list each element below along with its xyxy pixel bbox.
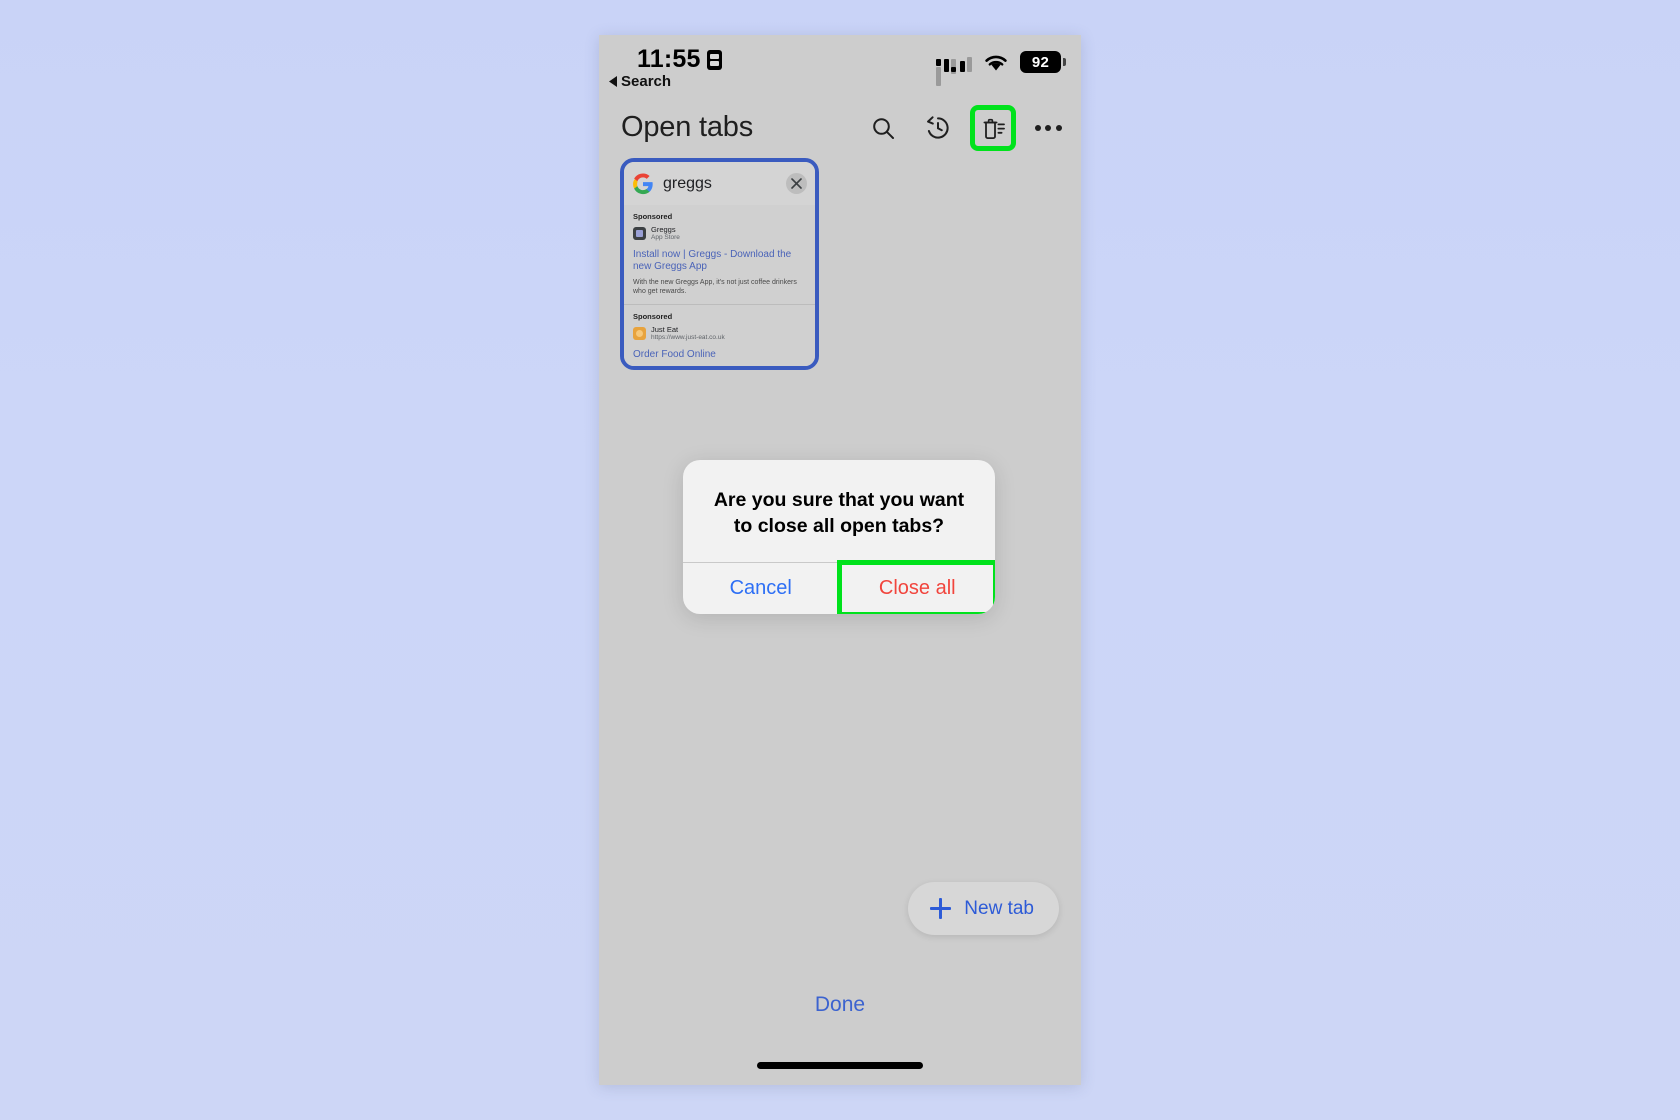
cancel-button[interactable]: Cancel xyxy=(683,563,839,614)
new-tab-button[interactable]: New tab xyxy=(908,882,1059,935)
plus-icon xyxy=(930,898,952,919)
new-tab-label: New tab xyxy=(964,897,1034,919)
close-all-button[interactable]: Close all xyxy=(836,559,995,614)
dialog-actions: Cancel Close all xyxy=(683,559,995,614)
done-button[interactable]: Done xyxy=(599,993,1081,1017)
home-indicator xyxy=(757,1062,923,1069)
close-all-tabs-dialog: Are you sure that you want to close all … xyxy=(683,460,995,614)
phone-screen: 11:55 Search 92 Open tabs greggs Sponsor… xyxy=(599,35,1081,1085)
dialog-message: Are you sure that you want to close all … xyxy=(713,489,965,538)
